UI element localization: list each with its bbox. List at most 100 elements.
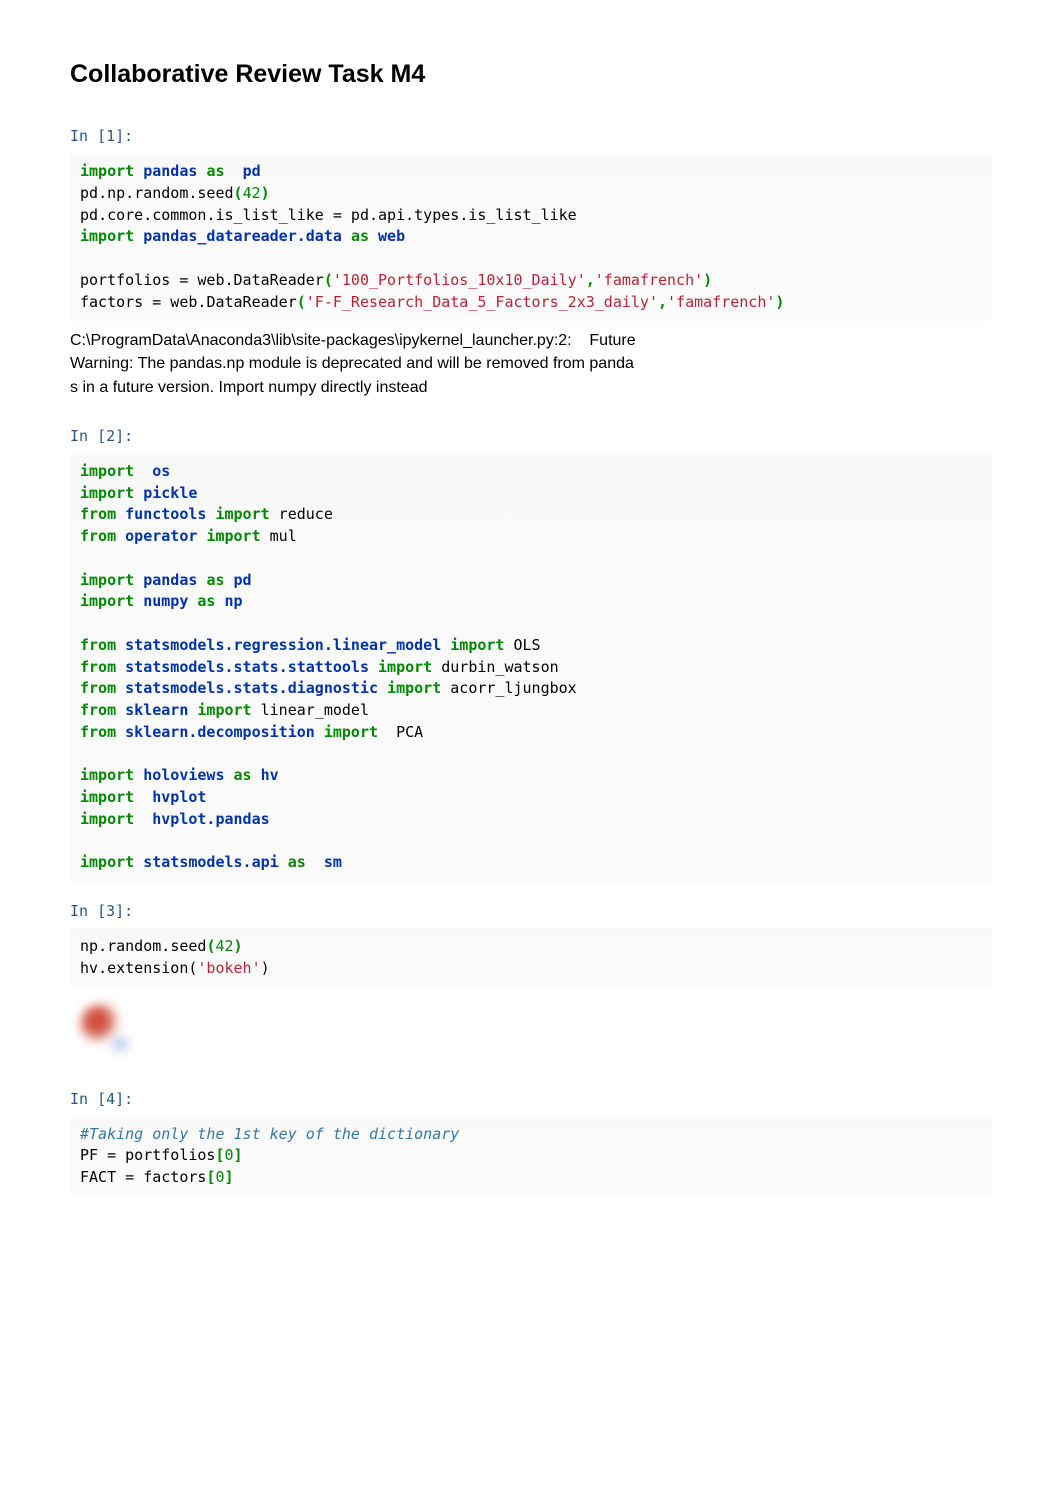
code-token: web bbox=[378, 227, 405, 245]
code-token: from bbox=[80, 679, 116, 697]
code-token: from bbox=[80, 701, 116, 719]
code-token: = bbox=[152, 293, 161, 311]
code-token: hv bbox=[261, 766, 279, 784]
code-token: acorr_ljungbox bbox=[441, 679, 576, 697]
code-token bbox=[306, 853, 324, 871]
code-token bbox=[252, 766, 261, 784]
code-token: core bbox=[107, 206, 143, 224]
code-token: pandas bbox=[143, 571, 197, 589]
code-token bbox=[225, 162, 243, 180]
code-token bbox=[342, 227, 351, 245]
code-token: OLS bbox=[504, 636, 540, 654]
code-input[interactable]: np.random.seed(42) hv.extension('bokeh') bbox=[70, 928, 992, 988]
code-token: durbin_watson bbox=[432, 658, 558, 676]
code-token: import bbox=[80, 462, 134, 480]
code-token bbox=[116, 527, 125, 545]
code-token: '100_Portfolios_10x10_Daily' bbox=[333, 271, 586, 289]
code-token: web bbox=[188, 271, 224, 289]
code-token: import bbox=[80, 571, 134, 589]
code-token bbox=[134, 810, 152, 828]
input-prompt: In [3]: bbox=[70, 894, 992, 928]
code-token: pickle bbox=[143, 484, 197, 502]
code-input[interactable]: import os import pickle from functools i… bbox=[70, 453, 992, 882]
code-token: statsmodels.regression.linear_model bbox=[125, 636, 441, 654]
code-token: ) bbox=[261, 959, 270, 977]
code-token bbox=[134, 853, 143, 871]
code-token bbox=[369, 658, 378, 676]
code-token: PCA bbox=[378, 723, 423, 741]
code-token: . bbox=[459, 206, 468, 224]
code-token: [ bbox=[215, 1146, 224, 1164]
code-token: holoviews bbox=[143, 766, 224, 784]
code-token: #Taking only the 1st key of the dictiona… bbox=[80, 1125, 459, 1143]
code-token: sklearn.decomposition bbox=[125, 723, 315, 741]
code-token bbox=[116, 505, 125, 523]
code-token: is_list_like bbox=[215, 206, 332, 224]
code-token: import bbox=[197, 701, 251, 719]
code-token: np bbox=[225, 592, 243, 610]
code-token: ) bbox=[775, 293, 784, 311]
code-token: ( bbox=[324, 271, 333, 289]
code-token: operator bbox=[125, 527, 197, 545]
code-token: import bbox=[80, 484, 134, 502]
code-token: seed bbox=[170, 937, 206, 955]
code-token: as bbox=[197, 592, 215, 610]
code-token: numpy bbox=[143, 592, 188, 610]
code-token: import bbox=[387, 679, 441, 697]
page-title: Collaborative Review Task M4 bbox=[70, 60, 992, 89]
code-token: functools bbox=[125, 505, 206, 523]
code-cell: In [3]:np.random.seed(42) hv.extension('… bbox=[70, 894, 992, 1070]
code-token: from bbox=[80, 636, 116, 654]
code-token bbox=[134, 162, 143, 180]
code-token: 'famafrench' bbox=[595, 271, 703, 289]
code-token bbox=[225, 766, 234, 784]
code-token: ] bbox=[234, 1146, 243, 1164]
code-token: 0 bbox=[225, 1146, 234, 1164]
code-token: = bbox=[125, 1168, 134, 1186]
code-cell: In [2]:import os import pickle from func… bbox=[70, 419, 992, 882]
code-token: 'famafrench' bbox=[667, 293, 775, 311]
code-token: 42 bbox=[215, 937, 233, 955]
code-token bbox=[134, 592, 143, 610]
code-token: ) bbox=[234, 937, 243, 955]
code-token bbox=[279, 853, 288, 871]
code-token: import bbox=[215, 505, 269, 523]
code-token: pd bbox=[243, 162, 261, 180]
code-token: pandas bbox=[143, 162, 197, 180]
code-token: pd bbox=[80, 206, 98, 224]
code-token: sklearn bbox=[125, 701, 188, 719]
code-token: statsmodels.stats.diagnostic bbox=[125, 679, 378, 697]
code-token: pd bbox=[342, 206, 369, 224]
code-token bbox=[315, 723, 324, 741]
code-token: mul bbox=[261, 527, 297, 545]
code-token: import bbox=[80, 853, 134, 871]
code-input[interactable]: import pandas as pd pd.np.random.seed(42… bbox=[70, 153, 992, 321]
code-token: portfolios bbox=[80, 271, 179, 289]
code-token: import bbox=[378, 658, 432, 676]
code-token: hvplot bbox=[152, 788, 206, 806]
code-token bbox=[441, 636, 450, 654]
code-token: extension( bbox=[107, 959, 197, 977]
code-token: FACT bbox=[80, 1168, 125, 1186]
code-token bbox=[225, 571, 234, 589]
input-prompt: In [2]: bbox=[70, 419, 992, 453]
code-token: pd bbox=[234, 571, 252, 589]
code-cell: In [1]:import pandas as pd pd.np.random.… bbox=[70, 119, 992, 407]
bokeh-logo-icon bbox=[70, 988, 992, 1070]
code-token: = bbox=[333, 206, 342, 224]
code-token bbox=[134, 484, 143, 502]
code-token: DataReader bbox=[234, 271, 324, 289]
code-token: ) bbox=[703, 271, 712, 289]
code-token: . bbox=[98, 937, 107, 955]
code-token: 0 bbox=[215, 1168, 224, 1186]
code-token: seed bbox=[197, 184, 233, 202]
code-token: , bbox=[586, 271, 595, 289]
code-token: common bbox=[152, 206, 206, 224]
code-token: ) bbox=[261, 184, 270, 202]
code-token: pandas_datareader.data bbox=[143, 227, 342, 245]
code-token: import bbox=[80, 766, 134, 784]
code-input[interactable]: #Taking only the 1st key of the dictiona… bbox=[70, 1116, 992, 1197]
code-token bbox=[116, 701, 125, 719]
code-token: import bbox=[80, 227, 134, 245]
code-token: statsmodels.api bbox=[143, 853, 278, 871]
